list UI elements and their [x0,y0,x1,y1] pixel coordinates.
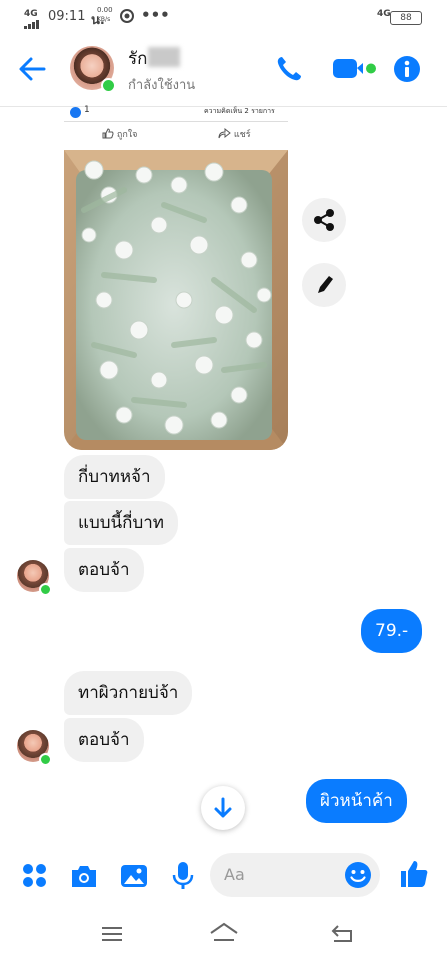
online-indicator [101,78,116,93]
recents-button[interactable] [101,925,123,947]
video-icon [333,59,376,78]
mic-icon [172,862,194,889]
message-bubble[interactable]: กี่บาทหจ้า [64,455,165,499]
share-arrow-icon [218,127,231,139]
product-box-image [64,150,288,450]
signal-icon [24,18,42,33]
info-button[interactable] [393,55,421,83]
contact-status: กำลังใช้งาน [128,78,196,93]
apps-icon [23,864,46,887]
thumbs-up-icon [401,861,428,887]
online-indicator [39,753,52,766]
share-photo-button[interactable] [302,198,346,242]
system-nav-bar [0,909,447,960]
camera-button[interactable] [69,862,99,894]
chrome-icon [120,9,134,27]
data-rate: 0.00 [97,6,113,14]
contact-name[interactable]: รัก [128,45,147,72]
data-rate-unit: KB/s [97,16,111,23]
message-bubble[interactable]: ทาผิวกายบ่จ้า [64,671,193,715]
online-indicator [39,583,52,596]
phone-icon [277,57,301,81]
my-message-bubble[interactable]: 79.- [361,609,423,653]
my-message-bubble[interactable]: ผิวหน้าค้า [306,779,407,823]
right-network-label: 4G [377,9,391,19]
more-dots-icon: ••• [141,6,170,24]
chat-header: รัก กำลังใช้งาน [0,34,447,107]
message-bubble[interactable]: ตอบจ้า [64,548,144,592]
composer-bar: Aa [0,843,447,909]
battery-icon: 88 [390,11,422,25]
menu-lines-icon [102,927,122,941]
gallery-button[interactable] [119,862,149,894]
back-nav-icon [331,925,352,942]
comment-summary: ความคิดเห็น 2 รายการ [204,107,275,115]
post-divider [64,121,288,122]
camera-icon [72,866,96,887]
battery-level: 88 [400,13,412,23]
like-send-button[interactable] [398,858,430,894]
back-arrow-icon [19,57,46,81]
post-share-label: แชร์ [233,130,251,140]
share-icon [314,209,334,231]
message-input[interactable]: Aa [210,853,380,897]
post-share-button: แชร์ [218,127,251,141]
message-bubble[interactable]: แบบนี้กี่บาท [64,501,178,545]
home-icon [210,922,238,941]
info-icon [394,56,420,82]
post-like-button: ถูกใจ [102,127,137,141]
back-button[interactable] [18,56,46,82]
call-button[interactable] [275,55,303,83]
apps-button[interactable] [22,863,48,893]
edit-icon [318,276,333,293]
shared-post-header[interactable]: 1 ความคิดเห็น 2 รายการ ถูกใจ แชร์ [64,105,288,151]
like-count: 1 [84,105,90,115]
emoji-icon [345,862,371,888]
edit-photo-button[interactable] [302,263,346,307]
message-bubble[interactable]: ตอบจ้า [64,718,144,762]
emoji-button[interactable] [343,860,373,894]
image-icon [121,865,147,887]
back-nav-button[interactable] [330,923,354,947]
thumb-outline-icon [102,128,114,139]
voice-button[interactable] [171,861,195,895]
video-call-button[interactable] [331,56,379,82]
name-blur-mask [148,47,180,67]
status-bar: 4G 09:11 น. 0.00 KB/s ••• 4G 88 [0,0,447,34]
shared-photo[interactable] [64,150,288,450]
home-button[interactable] [209,921,239,947]
like-reaction-icon [70,107,81,118]
scroll-down-button[interactable] [201,786,245,830]
post-like-label: ถูกใจ [116,130,138,140]
message-input-placeholder: Aa [224,865,245,884]
scroll-down-icon [214,797,232,818]
clock: 09:11 [48,9,86,24]
